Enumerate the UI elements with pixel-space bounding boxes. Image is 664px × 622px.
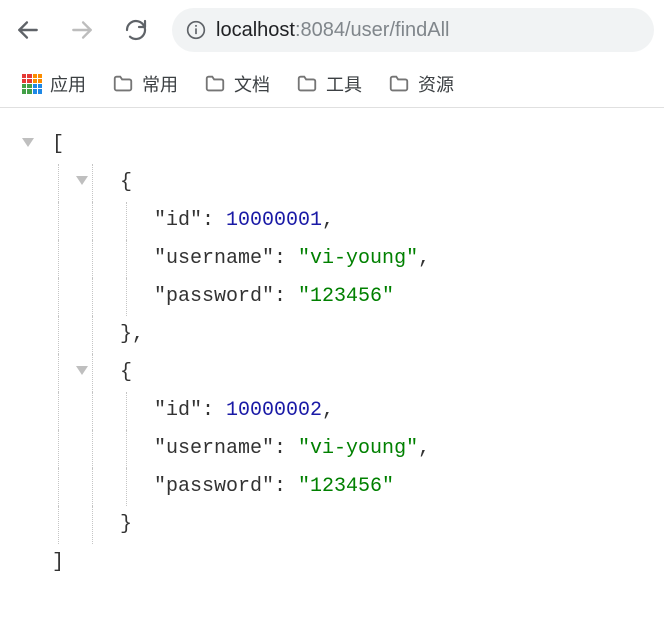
bookmark-label: 资源: [418, 71, 454, 97]
json-kv: "password": "123456": [154, 468, 394, 506]
apps-grid-icon: [22, 74, 42, 94]
json-bracket-open: [: [52, 126, 64, 164]
browser-toolbar: localhost:8084/user/findAll: [0, 0, 664, 60]
folder-icon: [204, 73, 226, 95]
bookmark-folder[interactable]: 文档: [204, 71, 270, 97]
json-brace-open: {: [120, 354, 132, 392]
json-line: "password": "123456": [24, 468, 664, 506]
json-viewer: [ { "id": 10000001, "username": "vi-youn…: [0, 108, 664, 582]
bookmark-folder[interactable]: 工具: [296, 71, 362, 97]
bookmark-label: 常用: [142, 71, 178, 97]
bookmark-folder[interactable]: 常用: [112, 71, 178, 97]
bookmarks-bar: 应用 常用 文档 工具 资源: [0, 60, 664, 108]
json-line: },: [24, 316, 664, 354]
forward-button[interactable]: [64, 12, 100, 48]
json-line: "username": "vi-young",: [24, 240, 664, 278]
disclosure-icon[interactable]: [76, 366, 88, 375]
json-kv: "id": 10000001,: [154, 202, 334, 240]
apps-label: 应用: [50, 71, 86, 97]
apps-button[interactable]: 应用: [22, 71, 86, 97]
json-kv: "username": "vi-young",: [154, 240, 430, 278]
json-line: {: [24, 164, 664, 202]
address-bar[interactable]: localhost:8084/user/findAll: [172, 8, 654, 52]
json-line: "password": "123456": [24, 278, 664, 316]
reload-icon: [124, 18, 148, 42]
back-button[interactable]: [10, 12, 46, 48]
disclosure-icon[interactable]: [22, 138, 34, 147]
json-line: {: [24, 354, 664, 392]
json-line: "username": "vi-young",: [24, 430, 664, 468]
json-line: "id": 10000001,: [24, 202, 664, 240]
folder-icon: [112, 73, 134, 95]
bookmark-label: 工具: [326, 71, 362, 97]
json-brace-open: {: [120, 164, 132, 202]
json-bracket-close: ]: [52, 544, 64, 582]
folder-icon: [296, 73, 318, 95]
reload-button[interactable]: [118, 12, 154, 48]
address-text: localhost:8084/user/findAll: [216, 19, 449, 42]
json-line: }: [24, 506, 664, 544]
json-line: ]: [24, 544, 664, 582]
info-icon: [186, 20, 206, 40]
json-line: "id": 10000002,: [24, 392, 664, 430]
json-kv: "password": "123456": [154, 278, 394, 316]
json-line: [: [24, 126, 664, 164]
bookmark-folder[interactable]: 资源: [388, 71, 454, 97]
json-kv: "username": "vi-young",: [154, 430, 430, 468]
json-brace-close: }: [120, 506, 132, 544]
bookmark-label: 文档: [234, 71, 270, 97]
arrow-right-icon: [69, 17, 95, 43]
disclosure-icon[interactable]: [76, 176, 88, 185]
arrow-left-icon: [15, 17, 41, 43]
json-brace-close: },: [120, 316, 144, 354]
folder-icon: [388, 73, 410, 95]
json-kv: "id": 10000002,: [154, 392, 334, 430]
